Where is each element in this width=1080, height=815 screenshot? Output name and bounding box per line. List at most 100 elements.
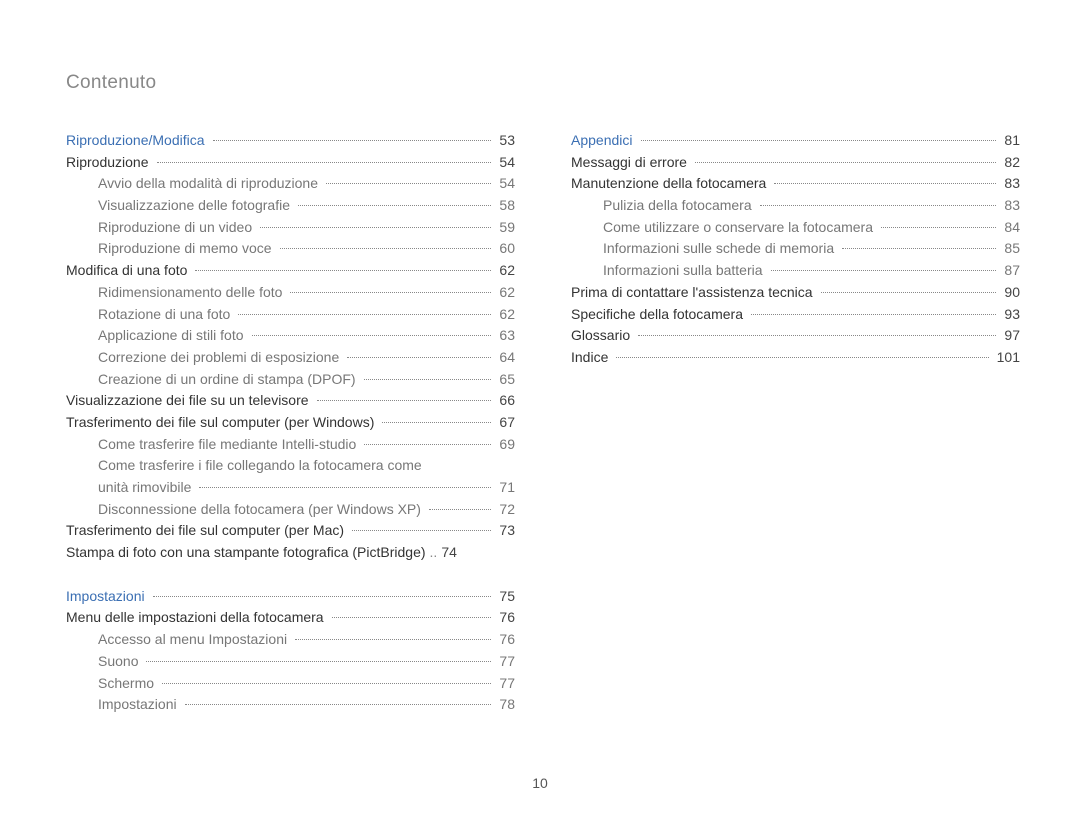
toc-entry[interactable]: Indice 101 xyxy=(571,347,1020,369)
toc-entry-page: 75 xyxy=(495,586,515,608)
toc-entry[interactable]: Rotazione di una foto62 xyxy=(66,304,515,326)
toc-entry-label: Riproduzione di un video xyxy=(98,217,256,239)
toc-entry-page: 66 xyxy=(495,390,515,412)
toc-columns: Riproduzione/Modifica 53Riproduzione54Avv… xyxy=(66,130,1020,716)
toc-entry-page: 54 xyxy=(495,152,515,174)
toc-entry[interactable]: Informazioni sulle schede di memoria85 xyxy=(571,238,1020,260)
toc-entry[interactable]: Impostazioni 75 xyxy=(66,586,515,608)
toc-leader-dots xyxy=(162,683,491,684)
toc-entry[interactable]: Schermo77 xyxy=(66,673,515,695)
toc-entry-label: Visualizzazione dei file su un televisor… xyxy=(66,390,313,412)
toc-entry-page: 59 xyxy=(495,217,515,239)
toc-entry[interactable]: Come utilizzare o conservare la fotocame… xyxy=(571,217,1020,239)
toc-entry-page: 72 xyxy=(495,499,515,521)
page-title: Contenuto xyxy=(66,72,1020,94)
toc-entry-label: Impostazioni xyxy=(66,586,149,608)
toc-leader-dots xyxy=(157,162,492,163)
toc-leader-dots xyxy=(195,270,491,271)
toc-entry-label: Prima di contattare l'assistenza tecnica xyxy=(571,282,817,304)
toc-entry[interactable]: Impostazioni78 xyxy=(66,694,515,716)
toc-entry-page: 97 xyxy=(1000,325,1020,347)
toc-leader-dots xyxy=(185,704,492,705)
toc-leader-dots xyxy=(298,205,491,206)
toc-entry[interactable]: unità rimovibile 71 xyxy=(66,477,515,499)
toc-entry[interactable]: Riproduzione di memo voce60 xyxy=(66,238,515,260)
toc-entry-label: unità rimovibile xyxy=(98,477,195,499)
toc-entry[interactable]: Come trasferire file mediante Intelli-st… xyxy=(66,434,515,456)
toc-entry-label: Stampa di foto con una stampante fotogra… xyxy=(66,542,430,564)
toc-entry[interactable]: Stampa di foto con una stampante fotogra… xyxy=(66,542,515,564)
toc-entry[interactable]: Glossario 97 xyxy=(571,325,1020,347)
toc-entry-label: Applicazione di stili foto xyxy=(98,325,248,347)
toc-entry-label: Visualizzazione delle fotografie xyxy=(98,195,294,217)
toc-entry-page: 83 xyxy=(1000,173,1020,195)
toc-entry-label: Ridimensionamento delle foto xyxy=(98,282,286,304)
page-number: 10 xyxy=(0,775,1080,791)
toc-entry[interactable]: Prima di contattare l'assistenza tecnica… xyxy=(571,282,1020,304)
toc-leader-dots xyxy=(382,422,491,423)
toc-entry[interactable]: Menu delle impostazioni della fotocamera… xyxy=(66,607,515,629)
toc-entry[interactable]: Trasferimento dei file sul computer (per… xyxy=(66,412,515,434)
toc-entry[interactable]: Messaggi di errore82 xyxy=(571,152,1020,174)
toc-entry[interactable]: Pulizia della fotocamera83 xyxy=(571,195,1020,217)
toc-entry-label: Appendici xyxy=(571,130,637,152)
toc-entry[interactable]: Disconnessione della fotocamera (per Win… xyxy=(66,499,515,521)
toc-entry-page: 101 xyxy=(993,347,1020,369)
toc-entry[interactable]: Modifica di una foto62 xyxy=(66,260,515,282)
toc-entry[interactable]: Ridimensionamento delle foto62 xyxy=(66,282,515,304)
toc-leader-dots xyxy=(280,248,492,249)
toc-entry-label: Messaggi di errore xyxy=(571,152,691,174)
toc-entry[interactable]: Trasferimento dei file sul computer (per… xyxy=(66,520,515,542)
toc-entry-page: 71 xyxy=(495,477,515,499)
toc-leader-dots xyxy=(317,400,492,401)
toc-entry[interactable]: Manutenzione della fotocamera 83 xyxy=(571,173,1020,195)
toc-column-right: Appendici81Messaggi di errore82Manutenzi… xyxy=(571,130,1020,716)
toc-entry-page: 62 xyxy=(495,260,515,282)
toc-entry-page: 65 xyxy=(495,369,515,391)
toc-entry[interactable]: Visualizzazione dei file su un televisor… xyxy=(66,390,515,412)
toc-entry[interactable]: Appendici81 xyxy=(571,130,1020,152)
toc-entry[interactable]: Applicazione di stili foto63 xyxy=(66,325,515,347)
toc-entry[interactable]: Riproduzione di un video 59 xyxy=(66,217,515,239)
toc-entry-page: 78 xyxy=(495,694,515,716)
toc-leader-dots xyxy=(290,292,491,293)
toc-entry-label: Manutenzione della fotocamera xyxy=(571,173,770,195)
toc-entry-label: Riproduzione di memo voce xyxy=(98,238,276,260)
toc-entry-label: Indice xyxy=(571,347,612,369)
toc-entry-page: 77 xyxy=(495,651,515,673)
toc-entry-label: Rotazione di una foto xyxy=(98,304,234,326)
toc-leader-dots xyxy=(347,357,491,358)
toc-leader-dots xyxy=(252,335,492,336)
toc-leader-dots xyxy=(352,530,491,531)
toc-leader-dots xyxy=(881,227,996,228)
toc-column-left: Riproduzione/Modifica 53Riproduzione54Avv… xyxy=(66,130,515,716)
toc-leader-dots xyxy=(774,183,996,184)
toc-entry-label: Riproduzione/Modifica xyxy=(66,130,209,152)
toc-entry[interactable]: Suono 77 xyxy=(66,651,515,673)
toc-entry-label: Suono xyxy=(98,651,142,673)
toc-entry[interactable]: Accesso al menu Impostazioni76 xyxy=(66,629,515,651)
toc-leader-dots xyxy=(695,162,996,163)
toc-entry-page: 53 xyxy=(495,130,515,152)
toc-entry[interactable]: Riproduzione54 xyxy=(66,152,515,174)
toc-leader-dots xyxy=(821,292,997,293)
toc-entry[interactable]: Specifiche della fotocamera93 xyxy=(571,304,1020,326)
toc-entry-label: Specifiche della fotocamera xyxy=(571,304,747,326)
toc-leader-dots xyxy=(751,314,996,315)
toc-entry-page: 74 xyxy=(437,542,457,564)
toc-entry-page: 84 xyxy=(1000,217,1020,239)
toc-entry[interactable]: Avvio della modalità di riproduzione54 xyxy=(66,173,515,195)
toc-entry-label: Pulizia della fotocamera xyxy=(603,195,756,217)
toc-leader-dots xyxy=(364,379,492,380)
toc-entry[interactable]: Correzione dei problemi di esposizione64 xyxy=(66,347,515,369)
toc-entry-label: Glossario xyxy=(571,325,634,347)
toc-leader-dots xyxy=(260,227,491,228)
toc-entry[interactable]: Visualizzazione delle fotografie58 xyxy=(66,195,515,217)
toc-entry-page: 90 xyxy=(1000,282,1020,304)
toc-entry-page: 85 xyxy=(1000,238,1020,260)
toc-entry[interactable]: Informazioni sulla batteria87 xyxy=(571,260,1020,282)
toc-entry[interactable]: Creazione di un ordine di stampa (DPOF)6… xyxy=(66,369,515,391)
toc-entry-label: Trasferimento dei file sul computer (per… xyxy=(66,412,378,434)
toc-entry-page: 64 xyxy=(495,347,515,369)
toc-entry[interactable]: Riproduzione/Modifica 53 xyxy=(66,130,515,152)
